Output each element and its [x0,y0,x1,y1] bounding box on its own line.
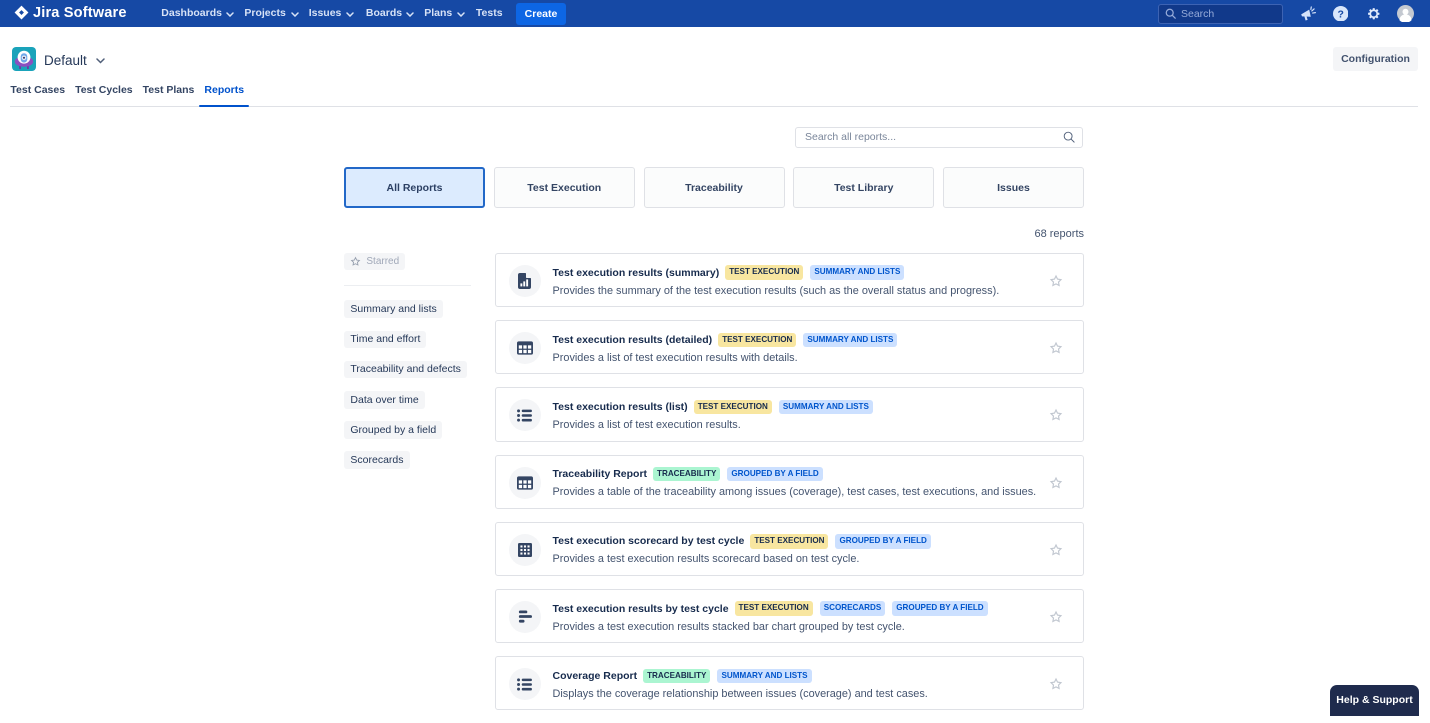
svg-text:?: ? [1337,9,1343,20]
